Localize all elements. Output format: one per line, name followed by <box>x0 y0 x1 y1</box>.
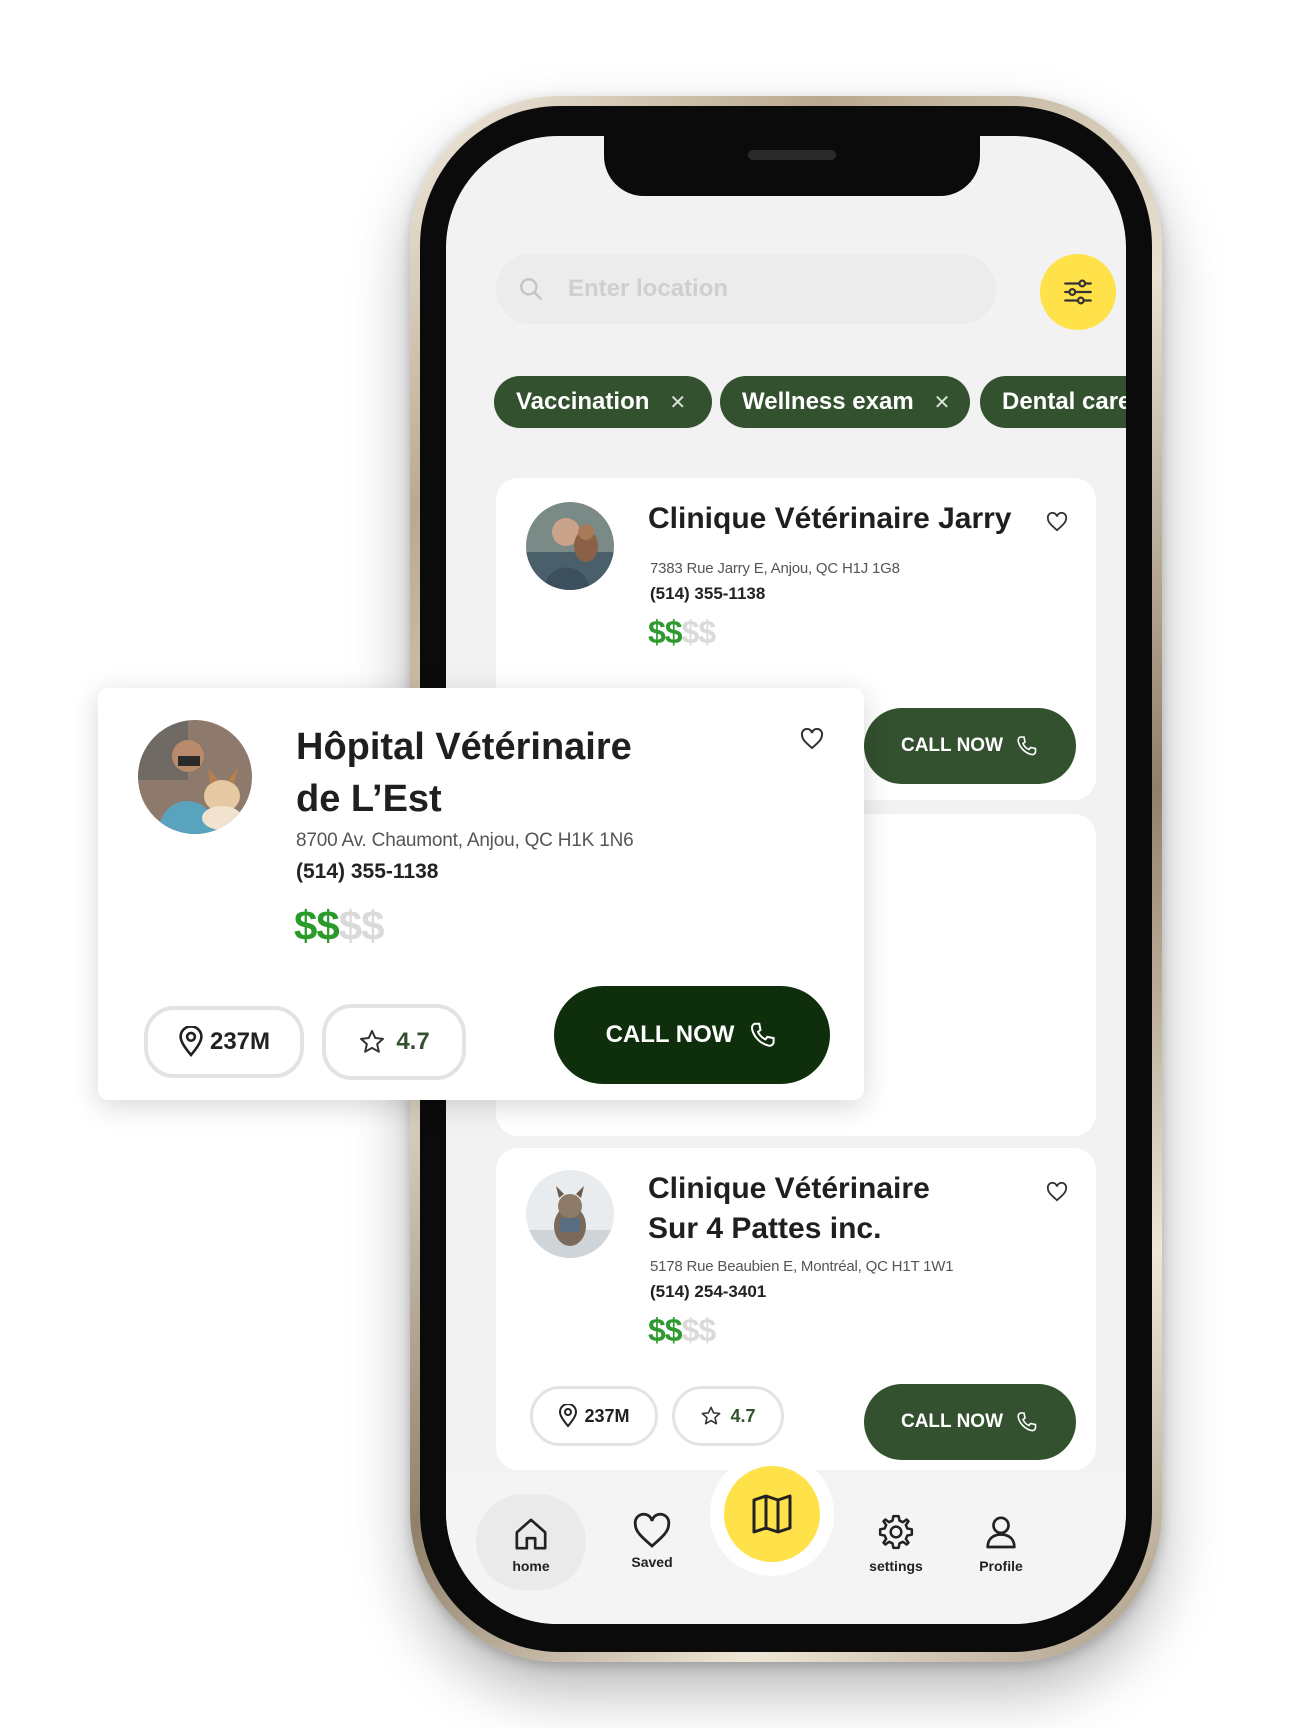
clinic-name-line1: Hôpital Vétérinaire <box>296 726 632 768</box>
heart-icon <box>633 1512 671 1548</box>
clinic-name: Clinique Vétérinaire Jarry <box>648 502 1012 535</box>
clinic-address: 5178 Rue Beaubien E, Montréal, QC H1T 1W… <box>650 1258 954 1275</box>
heart-icon[interactable] <box>800 728 824 750</box>
call-now-button[interactable]: CALL NOW <box>864 1384 1076 1460</box>
chip-vaccination[interactable]: Vaccination ✕ <box>494 376 712 428</box>
price-level: $$$$ <box>648 614 717 651</box>
filter-sliders-icon <box>1064 279 1092 305</box>
close-icon[interactable]: ✕ <box>934 390 951 415</box>
call-label: CALL NOW <box>605 1021 735 1048</box>
distance-label: 237M <box>584 1405 630 1426</box>
filter-button[interactable] <box>1040 254 1116 330</box>
phone-icon <box>751 1022 776 1047</box>
search-bar[interactable] <box>496 254 996 324</box>
nav-settings[interactable]: settings <box>846 1512 946 1574</box>
close-icon[interactable]: ✕ <box>669 390 686 415</box>
price-inactive: $$ <box>681 1312 717 1348</box>
chip-label: Wellness exam <box>742 388 914 415</box>
chip-label: Dental care <box>1002 388 1126 415</box>
clinic-card[interactable]: Clinique Vétérinaire Sur 4 Pattes inc. 5… <box>496 1148 1096 1470</box>
map-button[interactable] <box>724 1466 820 1562</box>
nav-saved[interactable]: Saved <box>612 1512 692 1570</box>
avatar <box>526 502 614 590</box>
price-level: $$$$ <box>294 902 385 950</box>
avatar <box>526 1170 614 1258</box>
clinic-address: 7383 Rue Jarry E, Anjou, QC H1J 1G8 <box>650 560 900 577</box>
star-icon <box>360 1029 385 1053</box>
home-icon <box>515 1518 547 1550</box>
chip-wellness-exam[interactable]: Wellness exam ✕ <box>720 376 970 428</box>
location-pin-icon <box>179 1026 203 1057</box>
search-icon <box>520 278 542 300</box>
featured-clinic-card[interactable]: Hôpital Vétérinaire de L’Est 8700 Av. Ch… <box>98 688 864 1100</box>
nav-home[interactable]: home <box>496 1514 566 1574</box>
phone-notch <box>604 116 980 196</box>
price-active: $$ <box>648 1312 683 1348</box>
location-pin-icon <box>559 1404 578 1428</box>
distance-label: 237M <box>209 1028 271 1055</box>
clinic-name-line2: de L’Est <box>296 778 442 820</box>
nav-profile[interactable]: Profile <box>956 1512 1046 1574</box>
filter-chips: Vaccination ✕ Wellness exam ✕ Dental car… <box>494 376 1126 430</box>
clinic-phone: (514) 355-1138 <box>296 860 439 883</box>
price-active: $$ <box>648 614 683 650</box>
chip-label: Vaccination <box>516 388 650 415</box>
phone-speaker <box>748 150 836 160</box>
nav-settings-label: settings <box>869 1558 923 1574</box>
star-icon <box>702 1406 721 1425</box>
rating-pill: 4.7 <box>322 1004 466 1080</box>
call-now-button[interactable]: CALL NOW <box>864 708 1076 784</box>
call-label: CALL NOW <box>900 1411 1004 1432</box>
clinic-name-line1: Clinique Vétérinaire <box>648 1172 930 1205</box>
clinic-phone: (514) 355-1138 <box>650 584 766 603</box>
nav-home-label: home <box>512 1558 550 1574</box>
price-active: $$ <box>294 902 340 949</box>
rating-pill: 4.7 <box>672 1386 784 1446</box>
rating-label: 4.7 <box>396 1028 430 1055</box>
price-inactive: $$ <box>338 902 385 949</box>
price-inactive: $$ <box>681 614 717 650</box>
nav-saved-label: Saved <box>631 1554 673 1570</box>
call-label: CALL NOW <box>900 735 1004 756</box>
call-now-button[interactable]: CALL NOW <box>554 986 830 1084</box>
search-input[interactable] <box>566 274 950 304</box>
rating-label: 4.7 <box>730 1405 756 1426</box>
bottom-nav: home Saved settings Profile <box>446 1466 1126 1624</box>
nav-profile-label: Profile <box>979 1558 1023 1574</box>
clinic-address: 8700 Av. Chaumont, Anjou, QC H1K 1N6 <box>296 830 634 851</box>
phone-icon <box>1017 1412 1037 1432</box>
avatar <box>138 720 252 834</box>
clinic-name-line2: Sur 4 Pattes inc. <box>648 1212 882 1245</box>
gear-icon <box>878 1514 914 1550</box>
clinic-phone: (514) 254-3401 <box>650 1282 767 1301</box>
distance-pill: 237M <box>144 1006 304 1078</box>
heart-icon[interactable] <box>1046 512 1068 532</box>
heart-icon[interactable] <box>1046 1182 1068 1202</box>
chip-dental-care[interactable]: Dental care <box>980 376 1126 428</box>
user-icon <box>986 1516 1016 1549</box>
map-icon <box>752 1494 792 1534</box>
price-level: $$$$ <box>648 1312 717 1349</box>
distance-pill: 237M <box>530 1386 658 1446</box>
phone-icon <box>1017 736 1037 756</box>
